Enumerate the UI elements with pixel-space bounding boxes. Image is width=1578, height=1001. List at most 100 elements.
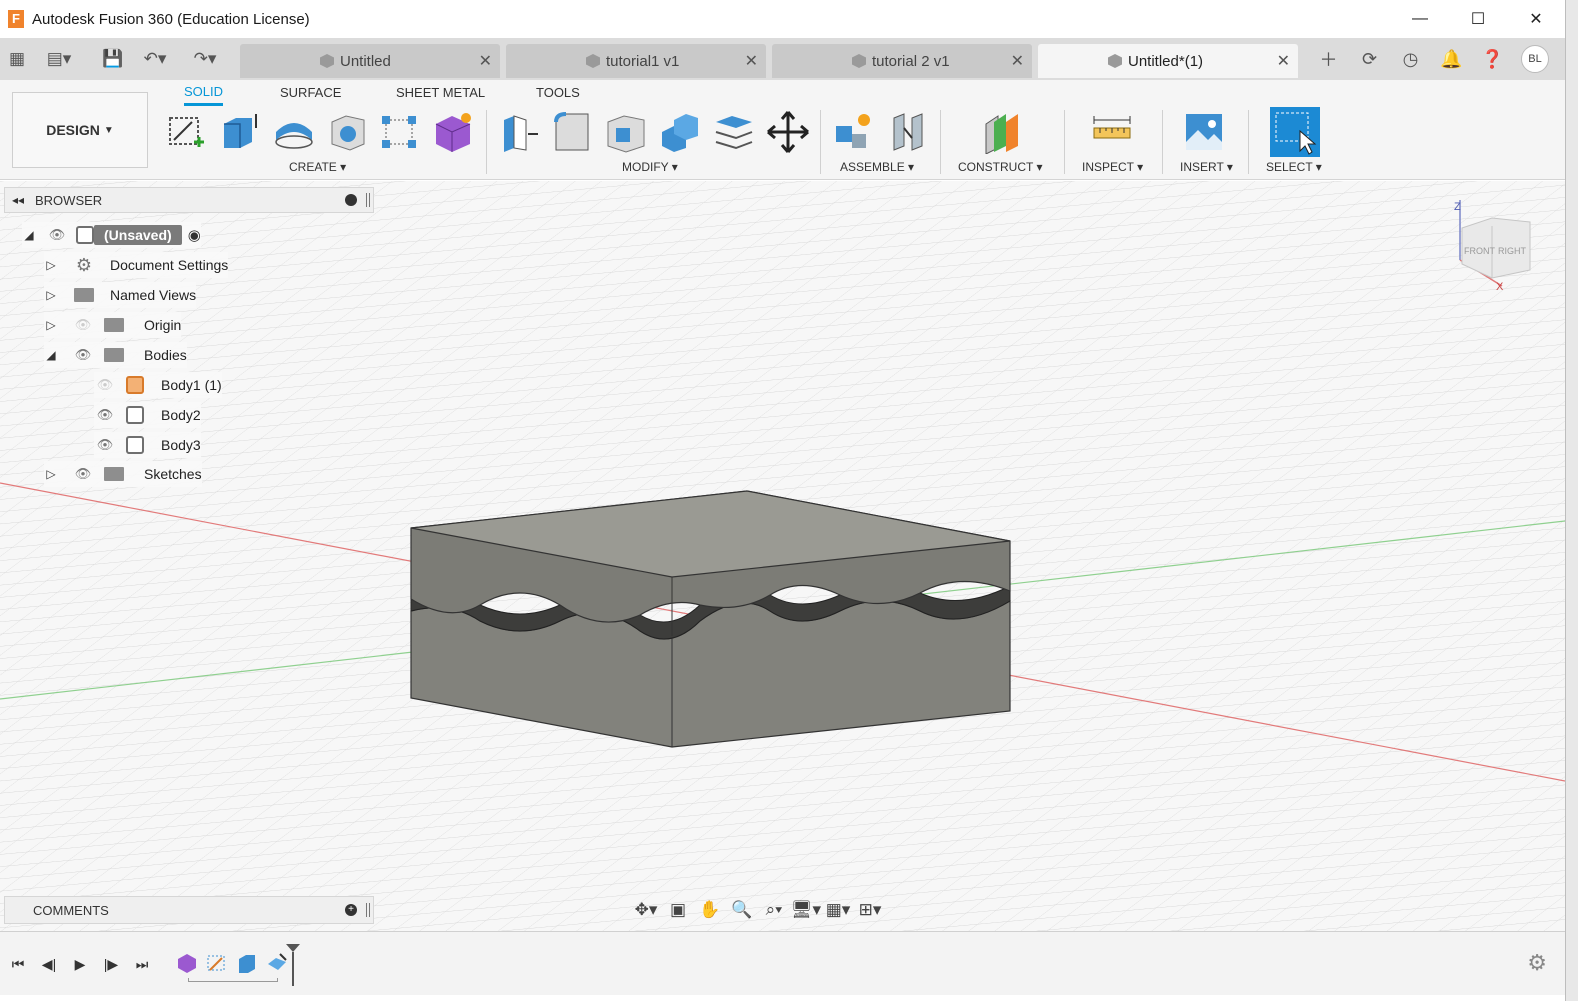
tab-sheet-metal[interactable]: SHEET METAL: [396, 85, 485, 100]
hole-icon[interactable]: [326, 110, 370, 154]
combine-icon[interactable]: [658, 110, 702, 154]
offset-face-icon[interactable]: [712, 110, 756, 154]
collapsed-triangle-icon[interactable]: ▷: [44, 318, 58, 332]
step-back-icon[interactable]: ◀|: [37, 952, 61, 976]
job-status-clock-icon[interactable]: ◷: [1390, 38, 1431, 80]
tree-item-body2[interactable]: 👁 Body2: [94, 402, 201, 428]
fillet-icon[interactable]: [550, 110, 594, 154]
pattern-icon[interactable]: [378, 110, 422, 154]
minimize-icon[interactable]: —: [1391, 0, 1449, 38]
3d-viewport[interactable]: [0, 181, 1565, 931]
extensions-icon[interactable]: ⟳: [1349, 38, 1390, 80]
offset-plane-icon[interactable]: [980, 110, 1024, 154]
redo-icon[interactable]: ↷▾: [190, 46, 220, 72]
workspace-switcher-button[interactable]: DESIGN ▼: [12, 92, 148, 168]
tab-tutorial2[interactable]: tutorial 2 v1 ✕: [772, 44, 1032, 78]
orbit-icon[interactable]: ✥▾: [630, 898, 662, 922]
collapsed-triangle-icon[interactable]: ▷: [44, 467, 58, 481]
help-icon[interactable]: ❓: [1472, 38, 1513, 80]
hidden-eye-icon[interactable]: 👁: [94, 377, 116, 392]
grid-settings-icon[interactable]: ▦▾: [822, 898, 854, 922]
select-icon[interactable]: [1270, 107, 1320, 157]
insert-image-icon[interactable]: [1182, 110, 1226, 154]
tree-item-origin[interactable]: ▷ 👁 Origin: [44, 312, 182, 338]
tab-untitled-1-active[interactable]: Untitled*(1) ✕: [1038, 44, 1298, 78]
expanded-triangle-icon[interactable]: ◢: [22, 228, 36, 242]
create-sketch-icon[interactable]: [164, 110, 208, 154]
extrude-feature-icon[interactable]: [236, 952, 258, 974]
fit-icon[interactable]: ⌕▾: [758, 898, 790, 922]
tree-item-bodies[interactable]: ◢ 👁 Bodies: [44, 342, 187, 368]
timeline-marker[interactable]: [284, 942, 302, 988]
undo-icon[interactable]: ↶▾: [140, 46, 170, 72]
data-panel-grid-icon[interactable]: ▦: [2, 46, 32, 72]
notifications-bell-icon[interactable]: 🔔: [1431, 38, 1472, 80]
close-tab-icon[interactable]: ✕: [1011, 51, 1024, 71]
maximize-icon[interactable]: ☐: [1449, 0, 1507, 38]
form-feature-icon[interactable]: [176, 952, 198, 974]
tree-item-sketches[interactable]: ▷ 👁 Sketches: [44, 461, 202, 487]
hidden-eye-icon[interactable]: 👁: [72, 317, 94, 332]
look-at-icon[interactable]: ▣: [662, 898, 694, 922]
visibility-eye-icon[interactable]: 👁: [94, 407, 116, 422]
construct-menu[interactable]: CONSTRUCT ▾: [958, 160, 1042, 174]
viewcube-right-label[interactable]: RIGHT: [1498, 246, 1527, 256]
visibility-eye-icon[interactable]: 👁: [72, 347, 94, 362]
minimize-panel-icon[interactable]: [345, 194, 357, 206]
modify-menu[interactable]: MODIFY ▾: [622, 160, 678, 174]
revolve-icon[interactable]: [272, 110, 316, 154]
file-menu-icon[interactable]: ▤▾: [44, 46, 74, 72]
activate-radio-icon[interactable]: ◉: [188, 226, 201, 244]
move-copy-icon[interactable]: [766, 110, 810, 154]
sketch-feature-icon[interactable]: [206, 952, 228, 974]
close-tab-icon[interactable]: ✕: [745, 51, 758, 71]
timeline-settings-gear-icon[interactable]: ⚙: [1527, 950, 1547, 976]
collapsed-triangle-icon[interactable]: ▷: [44, 258, 58, 272]
insert-menu[interactable]: INSERT ▾: [1180, 160, 1233, 174]
joint-icon[interactable]: [886, 110, 930, 154]
viewcube-front-label[interactable]: FRONT: [1464, 246, 1495, 256]
assemble-menu[interactable]: ASSEMBLE ▾: [840, 160, 914, 174]
tab-surface[interactable]: SURFACE: [280, 85, 341, 100]
panel-grip-icon[interactable]: [366, 193, 370, 207]
visibility-eye-icon[interactable]: 👁: [94, 437, 116, 452]
play-icon[interactable]: ▶: [68, 952, 92, 976]
tree-item-named-views[interactable]: ▷ Named Views: [44, 282, 197, 308]
measure-icon[interactable]: [1090, 110, 1134, 154]
visibility-eye-icon[interactable]: 👁: [46, 227, 68, 242]
go-to-start-icon[interactable]: ⏮: [6, 952, 30, 976]
step-forward-icon[interactable]: |▶: [99, 952, 123, 976]
tree-root[interactable]: ◢ 👁 (Unsaved) ◉: [22, 222, 201, 248]
close-icon[interactable]: ✕: [1507, 0, 1565, 38]
tree-item-document-settings[interactable]: ▷ ⚙ Document Settings: [44, 252, 229, 278]
new-tab-plus-icon[interactable]: ＋: [1308, 38, 1349, 80]
close-tab-icon[interactable]: ✕: [479, 51, 492, 71]
go-to-end-icon[interactable]: ⏭: [130, 952, 154, 976]
create-form-icon[interactable]: [432, 110, 476, 154]
tab-untitled[interactable]: Untitled ✕: [240, 44, 500, 78]
save-icon[interactable]: 💾: [98, 46, 128, 72]
tree-item-body3[interactable]: 👁 Body3: [94, 432, 201, 458]
tab-solid[interactable]: SOLID: [184, 84, 224, 106]
new-component-icon[interactable]: [832, 110, 876, 154]
create-menu[interactable]: CREATE ▾: [289, 160, 346, 174]
extrude-icon[interactable]: [218, 110, 262, 154]
viewcube[interactable]: Z X FRONT RIGHT: [1452, 198, 1542, 294]
tab-tools[interactable]: TOOLS: [536, 85, 580, 100]
user-avatar[interactable]: BL: [1521, 45, 1549, 73]
zoom-icon[interactable]: 🔍: [726, 898, 758, 922]
collapsed-triangle-icon[interactable]: ▷: [44, 288, 58, 302]
tree-item-body1[interactable]: 👁 Body1 (1): [94, 372, 222, 398]
viewports-icon[interactable]: ⊞▾: [854, 898, 886, 922]
expanded-triangle-icon[interactable]: ◢: [44, 348, 58, 362]
panel-grip-icon[interactable]: [366, 903, 370, 917]
select-menu[interactable]: SELECT ▾: [1266, 160, 1322, 174]
close-tab-icon[interactable]: ✕: [1277, 51, 1290, 71]
display-settings-icon[interactable]: 🖥▾: [790, 898, 822, 922]
visibility-eye-icon[interactable]: 👁: [72, 466, 94, 481]
add-comment-icon[interactable]: +: [345, 904, 357, 916]
press-pull-icon[interactable]: [496, 110, 540, 154]
collapse-panel-icon[interactable]: ◂◂: [7, 193, 29, 207]
shell-icon[interactable]: [604, 110, 648, 154]
pan-hand-icon[interactable]: ✋: [694, 898, 726, 922]
